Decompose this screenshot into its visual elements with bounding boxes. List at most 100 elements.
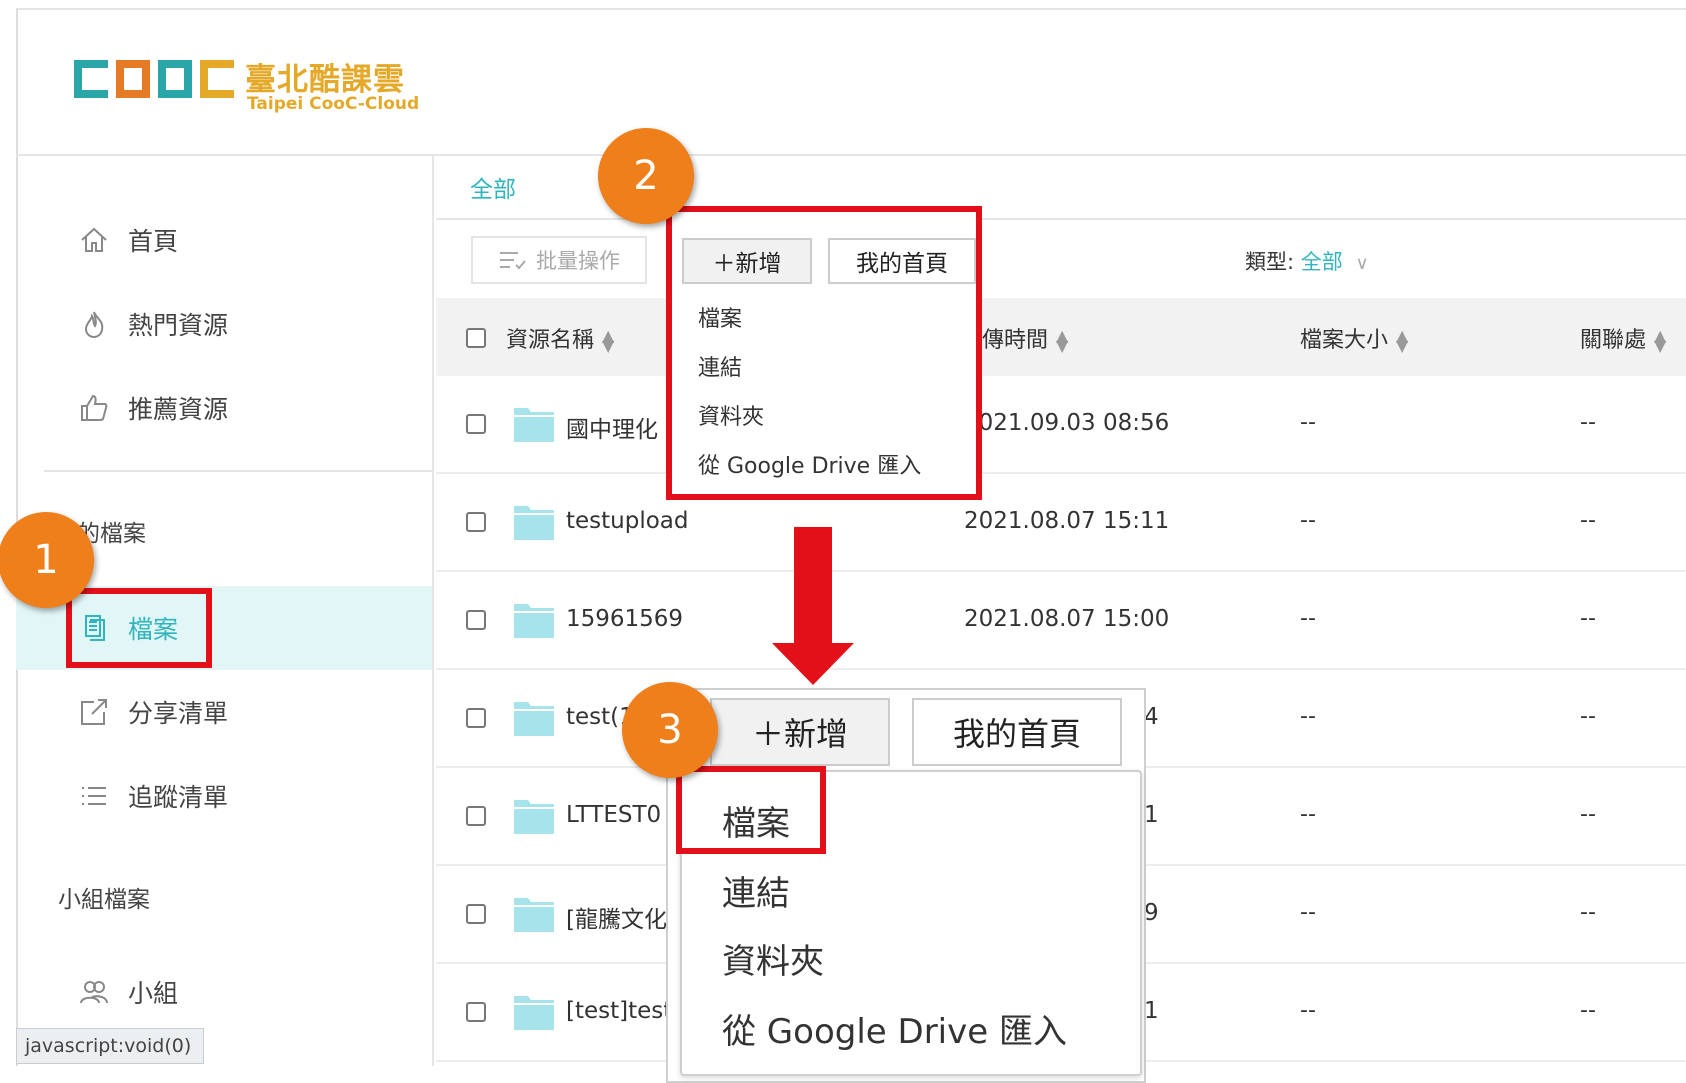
batch-operation-label: 批量操作 — [536, 249, 620, 273]
logo[interactable]: 臺北酷課雲 Taipei CooC-Cloud — [70, 50, 430, 120]
column-header-relation[interactable]: 關聯處 ▲ ▼ — [1580, 322, 1666, 354]
folder-icon — [514, 506, 554, 540]
row-checkbox[interactable] — [466, 904, 486, 924]
column-header-label: 檔案大小 — [1300, 328, 1389, 353]
row-name[interactable]: testupload — [566, 508, 689, 534]
row-time: 2021.09.03 08:56 — [964, 410, 1170, 436]
row-checkbox[interactable] — [466, 806, 486, 826]
list-icon — [82, 787, 106, 805]
sidebar-item-popular[interactable]: 熱門資源 — [16, 282, 432, 366]
share-icon — [81, 699, 107, 725]
column-header-label: 關聯處 — [1580, 328, 1647, 353]
row-size: -- — [1300, 704, 1316, 729]
row-checkbox[interactable] — [466, 512, 486, 532]
step-badge-3: 3 — [622, 682, 718, 778]
group-icon — [80, 981, 108, 1004]
zoomed-add-dropdown: ＋新增 我的首頁 檔案 連結 資料夾 從 Google Drive 匯入 — [666, 688, 1146, 1083]
sidebar-item-group[interactable]: 小組 — [16, 950, 432, 1034]
table-row[interactable]: 國中理化 2021.09.03 08:56 -- -- — [436, 376, 1686, 474]
group-files-title: 小組檔案 — [58, 887, 150, 913]
row-name[interactable]: LTTEST0 — [566, 802, 661, 828]
folder-icon — [514, 996, 554, 1030]
folder-icon — [514, 800, 554, 834]
type-filter-label: 類型: — [1245, 250, 1295, 274]
table-row[interactable]: 15961569 2021.08.07 15:00 -- -- — [436, 572, 1686, 670]
column-header-size[interactable]: 檔案大小 ▲ ▼ — [1300, 322, 1408, 354]
row-name[interactable]: [龍騰文化 — [566, 900, 667, 934]
menu-item-google-drive[interactable]: 從 Google Drive 匯入 — [672, 439, 976, 488]
row-relation: -- — [1580, 606, 1596, 631]
sidebar-divider — [44, 470, 432, 472]
sidebar-item-label: 首頁 — [128, 227, 179, 256]
row-name[interactable]: 國中理化 — [566, 410, 658, 444]
select-all-checkbox[interactable] — [466, 328, 486, 348]
row-checkbox[interactable] — [466, 610, 486, 630]
type-filter-value: 全部 — [1300, 250, 1343, 274]
row-size: -- — [1300, 508, 1316, 533]
thumbs-up-icon — [81, 394, 108, 421]
menu-item-folder-zoomed[interactable]: 資料夾 — [722, 934, 824, 983]
sidebar-item-home[interactable]: 首頁 — [16, 198, 432, 282]
chevron-down-icon: ∨ — [1355, 253, 1369, 274]
row-name[interactable]: [test]test( — [566, 998, 681, 1024]
menu-item-link-zoomed[interactable]: 連結 — [722, 866, 790, 915]
my-home-button[interactable]: 我的首頁 — [828, 238, 976, 284]
row-relation: -- — [1580, 802, 1596, 827]
row-size: -- — [1300, 900, 1316, 925]
row-size: -- — [1300, 802, 1316, 827]
sidebar-item-label: 熱門資源 — [128, 311, 229, 340]
fire-icon — [84, 311, 104, 339]
step-badge-1: 1 — [0, 512, 94, 608]
row-relation: -- — [1580, 900, 1596, 925]
sidebar-item-share-list[interactable]: 分享清單 — [16, 670, 432, 754]
batch-list-icon — [500, 252, 526, 270]
step-badge-2: 2 — [598, 128, 694, 224]
sort-icon: ▲ ▼ — [1056, 326, 1069, 355]
sidebar-item-label: 追蹤清單 — [128, 783, 229, 812]
down-arrow-icon — [772, 643, 854, 685]
row-checkbox[interactable] — [466, 414, 486, 434]
row-time: 1 — [1144, 998, 1159, 1024]
menu-item-file[interactable]: 檔案 — [672, 292, 976, 341]
add-dropdown-menu: 檔案 連結 資料夾 從 Google Drive 匯入 — [672, 292, 976, 488]
sidebar-item-recommended[interactable]: 推薦資源 — [16, 366, 432, 450]
row-relation: -- — [1580, 410, 1596, 435]
cooc-logo-mark — [74, 60, 234, 98]
row-checkbox[interactable] — [466, 1002, 486, 1022]
add-button-zoomed[interactable]: ＋新增 — [710, 698, 890, 766]
add-button[interactable]: ＋新增 — [682, 238, 812, 284]
row-time: 1 — [1144, 802, 1159, 828]
sidebar-item-follow-list[interactable]: 追蹤清單 — [16, 754, 432, 838]
folder-icon — [514, 408, 554, 442]
column-header-name[interactable]: 資源名稱 ▲ ▼ — [506, 322, 614, 354]
row-size: -- — [1300, 410, 1316, 435]
header: 臺北酷課雲 Taipei CooC-Cloud — [16, 10, 1686, 156]
table-row[interactable]: testupload 2021.08.07 15:11 -- -- — [436, 474, 1686, 572]
sort-icon: ▲ ▼ — [1396, 326, 1409, 355]
file-item-highlight — [676, 766, 826, 854]
menu-item-link[interactable]: 連結 — [672, 341, 976, 390]
row-time: 4 — [1144, 704, 1159, 730]
row-relation: -- — [1580, 704, 1596, 729]
down-arrow-shaft — [794, 527, 832, 643]
table-header: 資源名稱 ▲ ▼ 上傳時間 ▲ ▼ 檔案大小 ▲ ▼ 關聯處 ▲ ▼ — [436, 298, 1686, 376]
menu-item-google-drive-zoomed[interactable]: 從 Google Drive 匯入 — [722, 1004, 1067, 1053]
breadcrumb[interactable]: 全部 — [470, 170, 516, 204]
type-filter[interactable]: 類型: 全部 ∨ — [1245, 246, 1369, 276]
my-home-button-zoomed[interactable]: 我的首頁 — [912, 698, 1122, 766]
folder-icon — [514, 702, 554, 736]
folder-icon — [514, 604, 554, 638]
sidebar-item-label: 小組 — [128, 979, 179, 1008]
add-dropdown-highlight: ＋新增 我的首頁 檔案 連結 資料夾 從 Google Drive 匯入 — [666, 206, 982, 500]
batch-operation-button[interactable]: 批量操作 — [471, 236, 647, 284]
row-relation: -- — [1580, 508, 1596, 533]
row-name[interactable]: 15961569 — [566, 606, 683, 632]
sidebar-item-label: 分享清單 — [128, 699, 229, 728]
row-time: 2021.08.07 15:00 — [964, 606, 1170, 632]
row-size: -- — [1300, 998, 1316, 1023]
row-relation: -- — [1580, 998, 1596, 1023]
menu-item-folder[interactable]: 資料夾 — [672, 390, 976, 439]
row-checkbox[interactable] — [466, 708, 486, 728]
logo-english-text: Taipei CooC-Cloud — [247, 94, 420, 114]
column-header-label: 資源名稱 — [506, 328, 595, 353]
